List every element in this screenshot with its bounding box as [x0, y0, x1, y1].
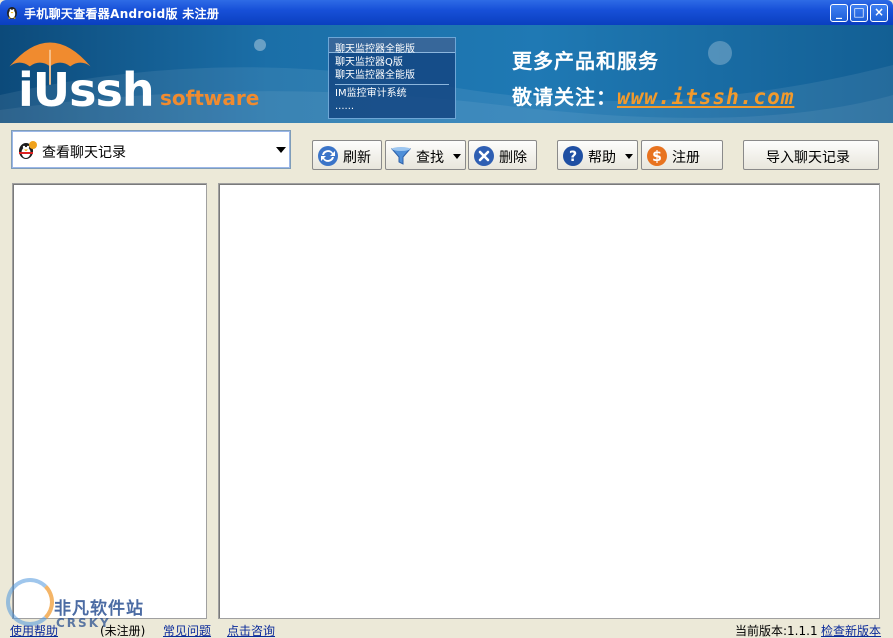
search-label: 查找	[416, 150, 444, 166]
qq-penguin-icon	[19, 141, 37, 159]
consult-link[interactable]: 点击咨询	[227, 622, 275, 638]
view-select-value: 查看聊天记录	[42, 145, 126, 161]
delete-button[interactable]: 删除	[468, 140, 537, 170]
register-button[interactable]: $ 注册	[641, 140, 723, 170]
logo-text: iUssh	[18, 63, 155, 117]
promo-follow-line: 敬请关注：www.itssh.com	[512, 81, 794, 110]
import-chat-label: 导入聊天记录	[766, 150, 850, 166]
version-label: 当前版本:1.1.1	[735, 624, 818, 638]
window-title: 手机聊天查看器Android版 未注册	[24, 7, 220, 21]
product-menu-item[interactable]: 聊天监控器Q版	[329, 56, 455, 69]
chevron-down-icon[interactable]	[276, 147, 286, 153]
import-chat-button[interactable]: 导入聊天记录	[743, 140, 879, 170]
watermark-logo-icon	[6, 578, 54, 626]
logo-software-text: software	[160, 86, 260, 110]
help-button[interactable]: ? 帮助	[557, 140, 638, 170]
svg-text:$: $	[652, 149, 662, 165]
menu-divider	[335, 84, 449, 85]
site-watermark: 非凡软件站 CRSKY	[0, 578, 160, 638]
delete-label: 删除	[499, 150, 527, 166]
promo-text: 更多产品和服务	[512, 49, 659, 73]
dollar-icon: $	[647, 146, 667, 166]
refresh-icon	[318, 146, 338, 166]
register-label: 注册	[672, 150, 700, 166]
search-dropdown-icon[interactable]	[453, 154, 461, 159]
faq-link[interactable]: 常见问题	[163, 622, 211, 638]
help-label: 帮助	[588, 150, 616, 166]
view-select-dropdown[interactable]: 查看聊天记录	[11, 130, 291, 169]
help-dropdown-icon[interactable]	[625, 154, 633, 159]
help-icon: ?	[563, 146, 583, 166]
product-menu-item[interactable]: ......	[329, 100, 455, 113]
product-menu[interactable]: 聊天监控器全能版 聊天监控器Q版 聊天监控器全能版 IM监控审计系统 .....…	[328, 37, 456, 119]
maximize-button[interactable]: □	[850, 4, 868, 22]
product-menu-item[interactable]: IM监控审计系统	[329, 87, 455, 100]
svg-text:?: ?	[569, 149, 577, 165]
funnel-icon	[390, 147, 412, 165]
watermark-subtext: CRSKY	[56, 616, 111, 630]
chat-content-panel[interactable]	[218, 183, 880, 619]
contact-list-panel[interactable]	[12, 183, 207, 619]
close-button[interactable]: ×	[870, 4, 888, 22]
title-bar: 手机聊天查看器Android版 未注册 _ □ ×	[0, 0, 893, 25]
refresh-button[interactable]: 刷新	[312, 140, 382, 170]
search-button[interactable]: 查找	[385, 140, 466, 170]
check-update-link[interactable]: 检查新版本	[821, 622, 881, 638]
refresh-label: 刷新	[343, 150, 371, 166]
promo-follow-label: 敬请关注：	[512, 85, 617, 109]
product-menu-item[interactable]: 聊天监控器全能版	[329, 69, 455, 82]
app-penguin-icon	[7, 7, 17, 19]
website-link[interactable]: www.itssh.com	[617, 85, 794, 109]
header-banner: iUssh software 聊天监控器全能版 聊天监控器Q版 聊天监控器全能版…	[0, 25, 893, 123]
minimize-button[interactable]: _	[830, 4, 848, 22]
delete-icon	[474, 146, 494, 166]
product-menu-header[interactable]: 聊天监控器全能版	[329, 38, 455, 55]
